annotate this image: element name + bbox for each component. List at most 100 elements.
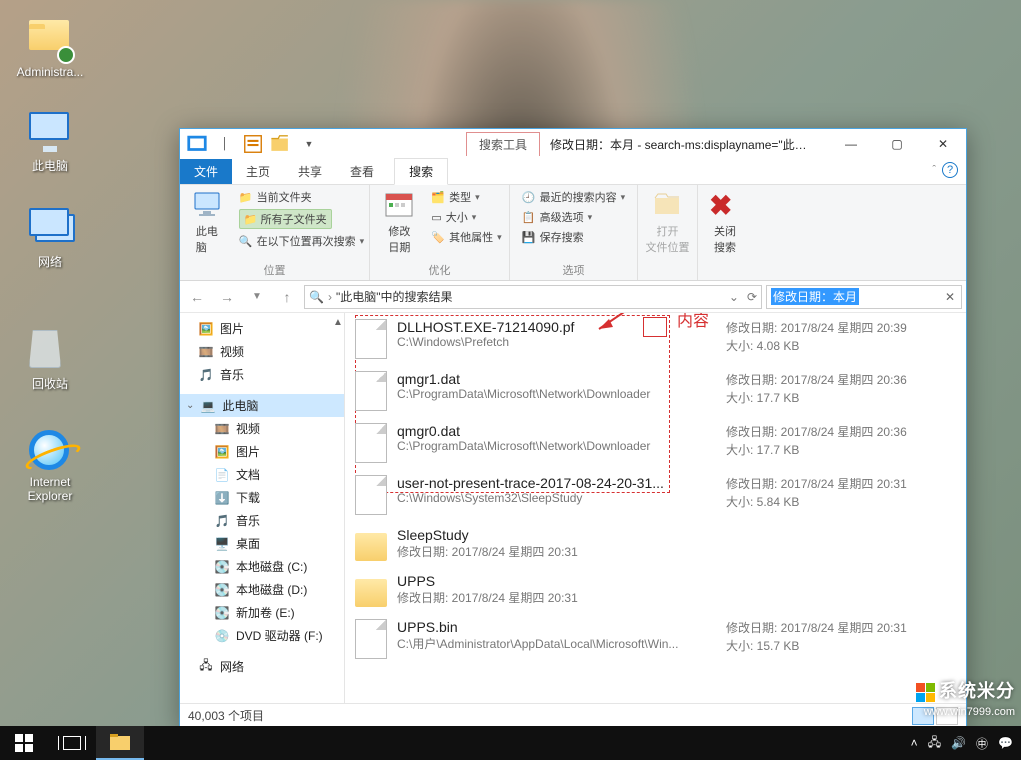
size-button[interactable]: ▭大小 <box>431 209 501 225</box>
recent-searches-button[interactable]: 🕘最近的搜索内容 <box>522 189 625 205</box>
internet-explorer[interactable]: Internet Explorer <box>12 430 88 503</box>
search-again-in-button[interactable]: 🔍在以下位置再次搜索 <box>239 233 364 249</box>
file-meta: 修改日期: 2017/8/24 星期四 20:31大小: 5.84 KB <box>726 475 956 515</box>
pictures-icon: 🖼️ <box>214 445 230 459</box>
help-icon[interactable]: ? <box>942 162 958 178</box>
tab-home[interactable]: 主页 <box>232 159 284 184</box>
file-meta <box>726 527 956 561</box>
tree-drive-c[interactable]: 💽本地磁盘 (C:) <box>180 555 344 578</box>
date-modified-button[interactable]: 修改 日期 <box>377 189 421 255</box>
back-button[interactable]: ← <box>184 284 210 310</box>
tree-music[interactable]: 🎵音乐 <box>180 363 344 386</box>
properties-icon[interactable] <box>242 133 264 155</box>
file-row[interactable]: qmgr1.datC:\ProgramData\Microsoft\Networ… <box>345 365 966 417</box>
new-folder-icon[interactable] <box>270 133 292 155</box>
expand-icon[interactable]: ⌄ <box>186 400 194 411</box>
file-row[interactable]: UPPS.binC:\用户\Administrator\AppData\Loca… <box>345 613 966 665</box>
tab-search[interactable]: 搜索 <box>394 158 448 185</box>
file-row[interactable]: UPPS修改日期: 2017/8/24 星期四 20:31 <box>345 567 966 613</box>
tree-drive-d[interactable]: 💽本地磁盘 (D:) <box>180 578 344 601</box>
watermark: 系统米分 www.win7999.com <box>916 679 1015 720</box>
other-properties-button[interactable]: 🏷️其他属性 <box>431 229 501 245</box>
ime-icon[interactable]: ㊥ <box>976 735 988 752</box>
close-x-icon: ✖ <box>709 189 741 221</box>
file-row[interactable]: user-not-present-trace-2017-08-24-20-31.… <box>345 469 966 521</box>
qat-dropdown-icon[interactable]: ▼ <box>298 133 320 155</box>
file-list[interactable]: 内容 DLLHOST.EXE-71214090.pfC:\Windows\Pre… <box>345 313 966 703</box>
file-row[interactable]: qmgr0.datC:\ProgramData\Microsoft\Networ… <box>345 417 966 469</box>
close-search-button[interactable]: ✖ 关闭 搜索 <box>703 189 747 255</box>
search-tools-contextual-tab[interactable]: 搜索工具 <box>466 132 540 156</box>
start-button[interactable] <box>0 726 48 760</box>
tray-up-icon[interactable]: ˄ <box>911 736 918 750</box>
system-menu-icon[interactable] <box>186 133 208 155</box>
file-name: SleepStudy <box>397 527 716 543</box>
pictures-icon: 🖼️ <box>198 322 214 336</box>
tab-file[interactable]: 文件 <box>180 159 232 184</box>
scroll-up-icon[interactable]: ▲ <box>333 317 343 337</box>
action-center-icon[interactable]: 💬 <box>998 736 1013 750</box>
kind-button[interactable]: 🗂️类型 <box>431 189 501 205</box>
tree-drive-e[interactable]: 💽新加卷 (E:) <box>180 601 344 624</box>
file-path: C:\ProgramData\Microsoft\Network\Downloa… <box>397 387 716 401</box>
system-tray[interactable]: ˄ 🖧 🔊 ㊥ 💬 <box>911 733 1021 754</box>
address-bar[interactable]: 🔍 › "此电脑"中的搜索结果 ⌄ ⟳ <box>304 285 762 309</box>
close-button[interactable]: ✕ <box>920 129 966 159</box>
maximize-button[interactable]: ▢ <box>874 129 920 159</box>
clear-search-icon[interactable]: ✕ <box>945 290 955 304</box>
tree-pictures[interactable]: 🖼️图片 <box>180 317 344 340</box>
history-dropdown[interactable]: ▼ <box>244 284 270 310</box>
bin-icon <box>29 330 71 372</box>
file-row[interactable]: DLLHOST.EXE-71214090.pfC:\Windows\Prefet… <box>345 313 966 365</box>
network-icon <box>29 208 71 250</box>
navigation-tree[interactable]: ▲ 🖼️图片 🎞️视频 🎵音乐 ⌄💻此电脑 🎞️视频 🖼️图片 📄文档 ⬇️下载… <box>180 313 345 703</box>
this-pc[interactable]: 此电脑 <box>12 108 88 174</box>
tree-this-pc[interactable]: ⌄💻此电脑 <box>180 394 344 417</box>
refresh-icon[interactable]: ⟳ <box>747 290 757 304</box>
collapse-ribbon-icon[interactable]: ˆ <box>932 164 936 176</box>
up-button[interactable]: ↑ <box>274 284 300 310</box>
drive-icon: 💽 <box>214 560 230 574</box>
network[interactable]: 网络 <box>12 204 88 270</box>
file-row[interactable]: SleepStudy修改日期: 2017/8/24 星期四 20:31 <box>345 521 966 567</box>
tab-share[interactable]: 共享 <box>284 159 336 184</box>
dropdown-icon[interactable]: ⌄ <box>729 290 739 304</box>
desktop-icon-label: Administra... <box>12 65 88 79</box>
drive-icon: 💽 <box>214 606 230 620</box>
tree-desktop[interactable]: 🖥️桌面 <box>180 532 344 555</box>
file-name: qmgr0.dat <box>397 423 716 439</box>
tree-music-lib[interactable]: 🎵音乐 <box>180 509 344 532</box>
network-icon: 🖧 <box>198 660 214 674</box>
file-meta <box>726 573 956 607</box>
tree-videos-lib[interactable]: 🎞️视频 <box>180 417 344 440</box>
titlebar[interactable]: │ ▼ 搜索工具 修改日期：本月 - search-ms:displayname… <box>180 129 966 159</box>
all-subfolders-button[interactable]: 📁 所有子文件夹 <box>239 209 364 229</box>
this-pc-scope-button[interactable]: 此电 脑 <box>185 189 229 255</box>
save-icon: 💾 <box>522 231 536 244</box>
search-input[interactable]: 修改日期：本月 ✕ <box>766 285 962 309</box>
tree-videos[interactable]: 🎞️视频 <box>180 340 344 363</box>
folder-open-icon <box>652 189 684 221</box>
folder-tree-icon: 📁 <box>244 214 258 226</box>
tree-dvd[interactable]: 💿DVD 驱动器 (F:) <box>180 624 344 647</box>
save-search-button[interactable]: 💾保存搜索 <box>522 229 625 245</box>
advanced-options-button[interactable]: 📋高级选项 <box>522 209 625 225</box>
explorer-window: │ ▼ 搜索工具 修改日期：本月 - search-ms:displayname… <box>179 128 967 728</box>
volume-icon[interactable]: 🔊 <box>951 736 966 750</box>
forward-button[interactable]: → <box>214 284 240 310</box>
tab-view[interactable]: 查看 <box>336 159 388 184</box>
task-view-button[interactable] <box>48 726 96 760</box>
administrator-folder[interactable]: Administra... <box>12 12 88 79</box>
network-tray-icon[interactable]: 🖧 <box>928 733 941 754</box>
file-path: 修改日期: 2017/8/24 星期四 20:31 <box>397 589 716 606</box>
recycle-bin[interactable]: 回收站 <box>12 330 88 392</box>
minimize-button[interactable]: — <box>828 129 874 159</box>
file-explorer-taskbar[interactable] <box>96 726 144 760</box>
tree-documents[interactable]: 📄文档 <box>180 463 344 486</box>
pc-icon <box>191 189 223 221</box>
tree-downloads[interactable]: ⬇️下载 <box>180 486 344 509</box>
tree-pictures-lib[interactable]: 🖼️图片 <box>180 440 344 463</box>
tree-network[interactable]: 🖧网络 <box>180 655 344 678</box>
file-path: C:\用户\Administrator\AppData\Local\Micros… <box>397 635 716 652</box>
current-folder-button[interactable]: 📁当前文件夹 <box>239 189 364 205</box>
